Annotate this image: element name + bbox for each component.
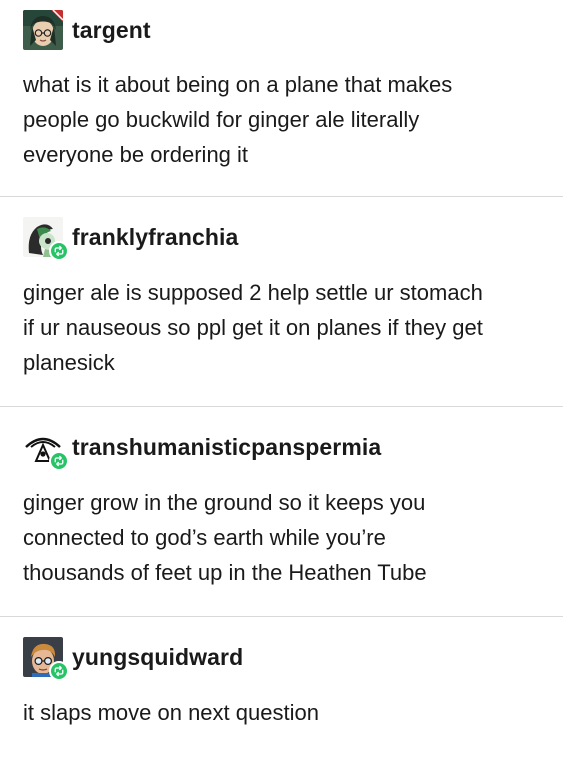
post-body: ginger ale is supposed 2 help settle ur … bbox=[23, 275, 549, 380]
post-header: franklyfranchia bbox=[23, 217, 549, 261]
body-line: if ur nauseous so ppl get it on planes i… bbox=[23, 315, 483, 340]
post-targent: targent what is it about being on a plan… bbox=[0, 0, 563, 196]
body-line: people go buckwild for ginger ale litera… bbox=[23, 107, 420, 132]
avatar[interactable] bbox=[23, 637, 69, 681]
body-line: thousands of feet up in the Heathen Tube bbox=[23, 560, 427, 585]
body-line: everyone be ordering it bbox=[23, 142, 249, 167]
body-line: it slaps move on next question bbox=[23, 700, 319, 725]
username[interactable]: franklyfranchia bbox=[72, 224, 238, 251]
reblog-icon bbox=[49, 661, 69, 681]
post-yungsquidward: yungsquidward it slaps move on next ques… bbox=[0, 617, 563, 762]
username[interactable]: targent bbox=[72, 17, 151, 44]
post-transhumanisticpanspermia: transhumanisticpanspermia ginger grow in… bbox=[0, 407, 563, 616]
avatar[interactable] bbox=[23, 10, 63, 50]
post-franklyfranchia: franklyfranchia ginger ale is supposed 2… bbox=[0, 197, 563, 406]
body-line: ginger grow in the ground so it keeps yo… bbox=[23, 490, 426, 515]
body-line: what is it about being on a plane that m… bbox=[23, 72, 453, 97]
avatar[interactable] bbox=[23, 427, 69, 471]
body-line: ginger ale is supposed 2 help settle ur … bbox=[23, 280, 483, 305]
post-body: ginger grow in the ground so it keeps yo… bbox=[23, 485, 549, 590]
reblog-icon bbox=[49, 241, 69, 261]
body-line: connected to god’s earth while you’re bbox=[23, 525, 386, 550]
post-header: transhumanisticpanspermia bbox=[23, 427, 549, 471]
post-header: targent bbox=[23, 10, 549, 50]
post-body: what is it about being on a plane that m… bbox=[23, 67, 549, 172]
username[interactable]: yungsquidward bbox=[72, 644, 243, 671]
avatar-targent-icon bbox=[23, 10, 63, 50]
avatar[interactable] bbox=[23, 217, 69, 261]
reblog-icon bbox=[49, 451, 69, 471]
post-body: it slaps move on next question bbox=[23, 695, 549, 730]
body-line: planesick bbox=[23, 350, 115, 375]
username[interactable]: transhumanisticpanspermia bbox=[72, 434, 381, 461]
post-header: yungsquidward bbox=[23, 637, 549, 681]
